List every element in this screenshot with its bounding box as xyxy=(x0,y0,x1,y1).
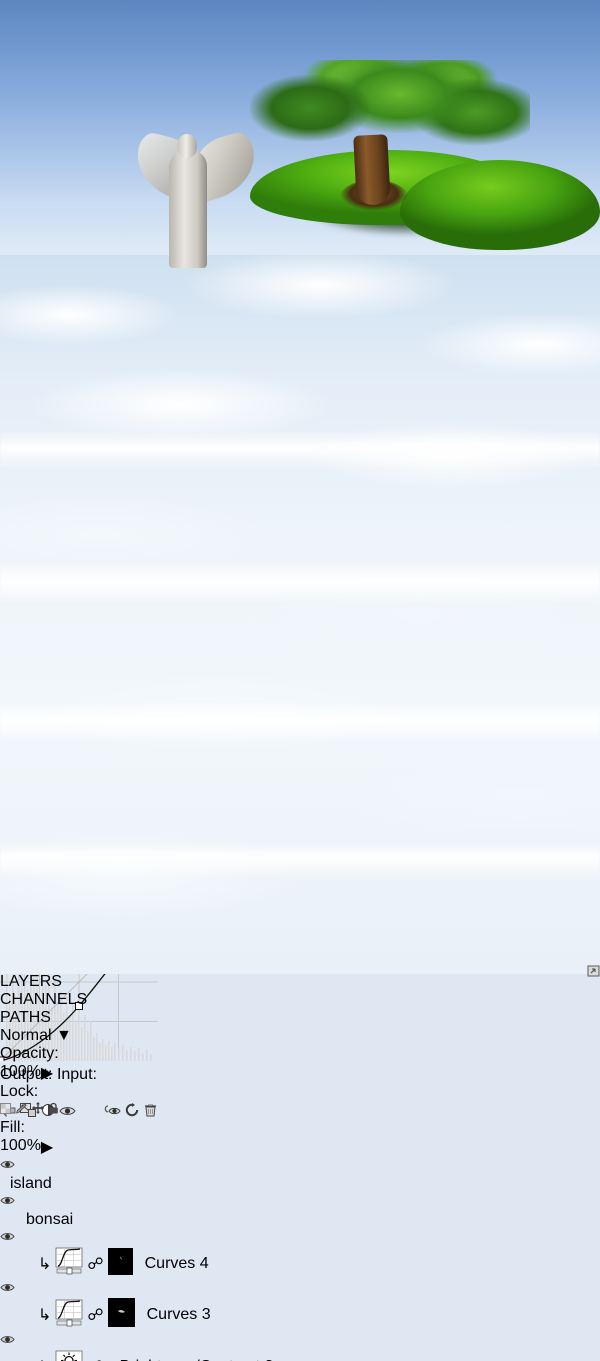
mask-link-icon[interactable]: ☍ xyxy=(87,1254,103,1274)
tab-channels-label: CHANNELS xyxy=(0,991,87,1008)
lock-label: Lock: xyxy=(0,1083,327,1101)
input-label: Input: xyxy=(57,1066,97,1083)
blend-mode-select[interactable]: Normal ▼ xyxy=(0,1027,327,1045)
view-previous-state-icon[interactable] xyxy=(103,1104,125,1121)
tab-layers[interactable]: LAYERS xyxy=(0,973,327,991)
cloud-band-3 xyxy=(0,700,600,744)
table-row[interactable]: ↳ ☍ Brightness/Contrast 3 xyxy=(0,1332,327,1361)
clipping-mask-arrow-icon: ↳ xyxy=(38,1357,51,1361)
cloud-band-1 xyxy=(0,430,600,470)
table-row[interactable]: ↳ ☍ Curves 3 xyxy=(0,1280,327,1332)
layer-mask-thumbnail[interactable] xyxy=(108,1248,133,1280)
reset-adjustment-icon[interactable] xyxy=(125,1104,143,1121)
lock-image-pixels-icon[interactable] xyxy=(15,1101,31,1118)
curves-thumbnail-icon[interactable] xyxy=(55,1299,83,1332)
layer-name: island xyxy=(10,1175,52,1193)
background-artwork: 网页教学网 WWW.WEBJX.COM UiBQ.CoM xyxy=(0,0,600,974)
bonsai-canopy xyxy=(250,60,530,170)
layers-panel-bottom: LAYERS CHANNELS PATHS Normal ▼ Opacity: … xyxy=(0,973,327,1251)
cloud-band-4 xyxy=(0,840,600,880)
toggle-layer-visibility-icon[interactable] xyxy=(59,1104,80,1121)
island-grass-right xyxy=(400,160,600,250)
tab-channels[interactable]: CHANNELS xyxy=(0,991,327,1009)
chevron-down-icon: ▼ xyxy=(56,1027,72,1044)
delete-adjustment-layer-icon[interactable] xyxy=(144,1104,157,1121)
visibility-toggle[interactable] xyxy=(0,1157,327,1175)
layers-bottom-tabbar: LAYERS CHANNELS PATHS xyxy=(0,973,327,1027)
visibility-toggle[interactable] xyxy=(0,1332,327,1350)
layer-name: bonsai xyxy=(26,1211,73,1229)
layer-name: Curves 4 xyxy=(145,1255,209,1273)
visibility-toggle[interactable] xyxy=(0,1229,327,1247)
statue-arm xyxy=(153,136,193,145)
table-row[interactable]: bonsai xyxy=(0,1193,327,1229)
statue-body xyxy=(169,150,207,268)
visibility-toggle[interactable] xyxy=(0,1280,327,1298)
floating-island xyxy=(150,40,590,240)
tab-layers-label: LAYERS xyxy=(0,973,62,990)
lock-position-icon[interactable] xyxy=(32,1101,48,1118)
mask-link-icon[interactable]: ☍ xyxy=(87,1357,103,1361)
tab-paths[interactable]: PATHS xyxy=(0,1009,327,1027)
layers-bottom-blend-row: Normal ▼ Opacity: 100% ▶ xyxy=(0,1027,327,1083)
opacity-value[interactable]: 100% xyxy=(0,1063,41,1083)
layers-bottom-list: island bonsai ↳ ☍ xyxy=(0,1157,327,1361)
clipping-mask-arrow-icon: ↳ xyxy=(38,1305,51,1325)
layer-mask-thumbnail[interactable] xyxy=(108,1298,135,1332)
opacity-label: Opacity: xyxy=(0,1045,327,1063)
brightness-contrast-thumbnail-icon[interactable] xyxy=(55,1350,83,1361)
layer-name: Curves 3 xyxy=(147,1306,211,1324)
layer-name: Brightness/Contrast 3 xyxy=(120,1358,274,1361)
lock-icon-group xyxy=(0,1101,327,1119)
angel-statue xyxy=(125,98,245,273)
lock-all-icon[interactable] xyxy=(48,1101,59,1118)
table-row[interactable]: ↳ ☍ Curves 4 xyxy=(0,1229,327,1280)
fill-value[interactable]: 100% xyxy=(0,1137,41,1157)
clipping-mask-arrow-icon: ↳ xyxy=(38,1254,51,1274)
mask-link-icon[interactable]: ☍ xyxy=(87,1305,103,1325)
tab-paths-label: PATHS xyxy=(0,1009,51,1026)
fill-slider-toggle[interactable]: ▶ xyxy=(41,1137,53,1157)
curves-thumbnail-icon[interactable] xyxy=(55,1247,83,1280)
lock-transparent-pixels-icon[interactable] xyxy=(0,1101,15,1118)
cloud-band-2 xyxy=(0,560,600,606)
visibility-toggle[interactable] xyxy=(0,1193,327,1211)
blend-mode-value: Normal xyxy=(0,1027,52,1044)
opacity-slider-toggle[interactable]: ▶ xyxy=(41,1063,53,1083)
table-row[interactable]: island xyxy=(0,1157,327,1193)
